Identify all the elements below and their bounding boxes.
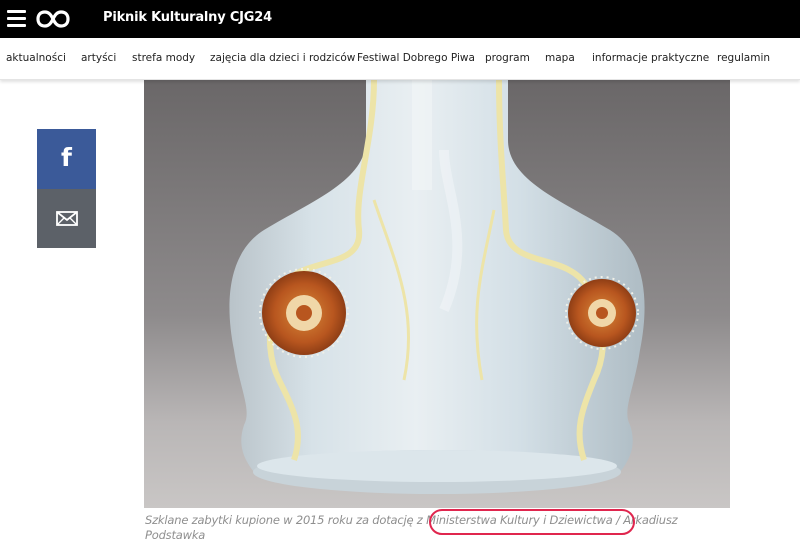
facebook-share-button[interactable]: f	[37, 129, 96, 189]
envelope-icon	[56, 211, 78, 226]
image-caption: Szklane zabytki kupione w 2015 roku za d…	[145, 513, 735, 543]
nav-item-zajecia[interactable]: zajęcia dla dzieci i rodziców	[210, 52, 355, 64]
nav-item-artysci[interactable]: artyści	[81, 52, 116, 64]
nav-item-strefa-mody[interactable]: strefa mody	[132, 52, 195, 64]
infinity-logo-icon[interactable]	[36, 9, 70, 29]
nav-item-regulamin[interactable]: regulamin	[717, 52, 770, 64]
site-title[interactable]: Piknik Kulturalny CJG24	[103, 10, 272, 25]
caption-text: Szklane zabytki kupione w 2015 roku za d…	[145, 513, 427, 527]
nav-item-festiwal[interactable]: Festiwal Dobrego Piwa	[357, 52, 475, 64]
nav-item-mapa[interactable]: mapa	[545, 52, 575, 64]
main-navigation: aktualności artyści strefa mody zajęcia …	[0, 38, 800, 80]
top-bar: Piknik Kulturalny CJG24	[0, 0, 800, 38]
hamburger-menu-icon[interactable]	[7, 10, 26, 28]
email-share-button[interactable]	[37, 189, 96, 248]
nav-item-aktualnosci[interactable]: aktualności	[6, 52, 66, 64]
facebook-icon: f	[61, 143, 72, 172]
caption-highlighted-text: Ministerstwa Kultury i Dziewictwa	[426, 513, 613, 527]
nav-item-program[interactable]: program	[485, 52, 530, 64]
article-photo[interactable]	[144, 80, 730, 508]
nav-item-informacje[interactable]: informacje praktyczne	[592, 52, 709, 64]
